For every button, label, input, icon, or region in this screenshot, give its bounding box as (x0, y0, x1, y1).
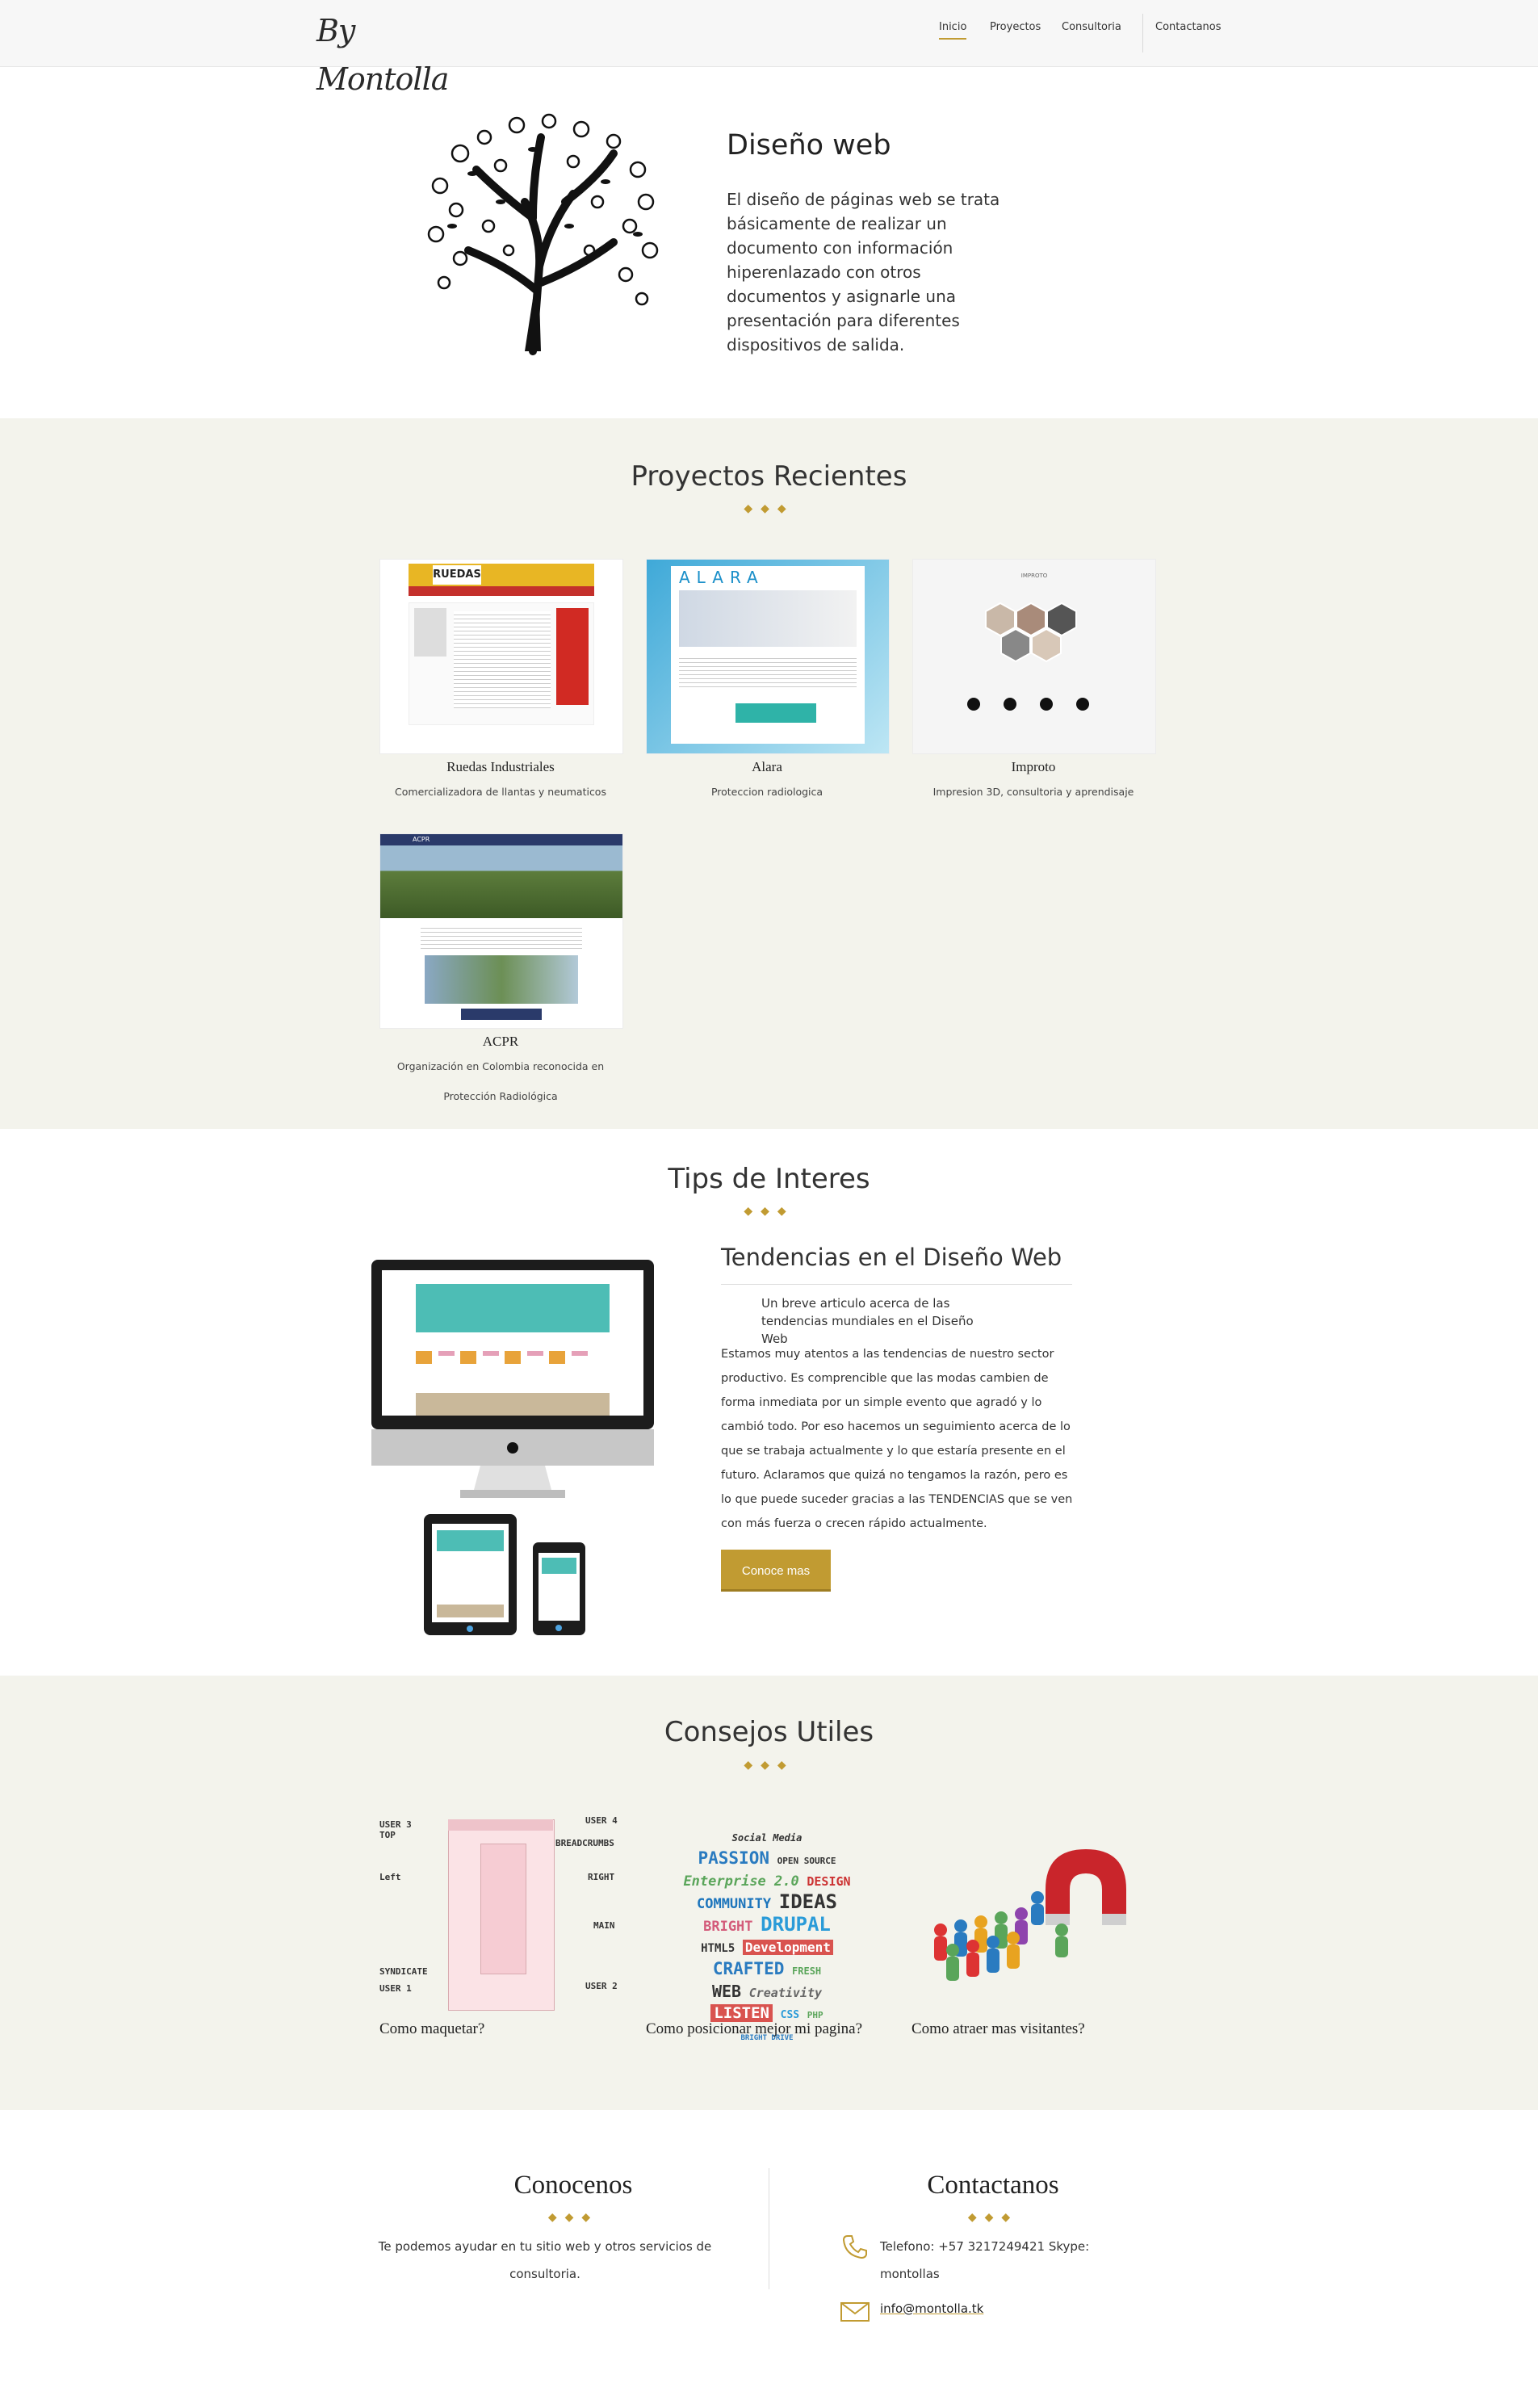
cloud-word: PHP (807, 2010, 823, 2020)
cloud-word: OPEN SOURCE (777, 1856, 836, 1866)
divider-dots: ◆◆◆ (967, 2211, 1019, 2224)
magnet-people-image[interactable] (916, 1833, 1159, 1995)
consejo-caption[interactable]: Como maquetar? (379, 2020, 484, 2038)
layout-label: Left (379, 1872, 401, 1882)
cloud-word: HTML5 (701, 1942, 735, 1955)
cloud-word: Enterprise 2.0 (683, 1873, 799, 1890)
consejo-caption[interactable]: Como atraer mas visitantes? (911, 2020, 1085, 2038)
cloud-word: Creativity (748, 1986, 823, 2000)
hexagon-grid (967, 602, 1089, 711)
layout-diagram-image[interactable]: USER 3 TOP Left SYNDICATE USER 1 USER 4 … (379, 1815, 622, 2013)
cloud-word: BRIGHT (703, 1919, 753, 1935)
project-desc: Impresion 3D, consultoria y aprendisaje (932, 786, 1134, 798)
cloud-word: WEB (711, 1982, 742, 2001)
project-title[interactable]: Alara (646, 759, 888, 775)
article-divider (721, 1284, 1072, 1285)
site-logo[interactable]: By Montolla (316, 6, 454, 97)
nav-divider (1142, 14, 1143, 52)
cloud-word: DRUPAL (761, 1913, 831, 1936)
cloud-word: IDEAS (778, 1890, 837, 1913)
contact-phone: Telefono: +57 3217249421 Skype: montolla… (880, 2239, 1090, 2281)
project-desc: Comercializadora de llantas y neumaticos (395, 786, 606, 798)
divider-dots: ◆◆◆ (744, 1759, 794, 1772)
layout-label: MAIN (593, 1920, 615, 1931)
nav-consultoria[interactable]: Consultoria (1062, 21, 1121, 33)
article-body: Estamos muy atentos a las tendencias de … (721, 1348, 1073, 1530)
layout-label: USER 4 (585, 1815, 618, 1826)
conoce-mas-button[interactable]: Conoce mas (721, 1550, 831, 1592)
hero-text: El diseño de páginas web se trata básica… (727, 190, 1000, 354)
article-title[interactable]: Tendencias en el Diseño Web (721, 1244, 1062, 1271)
layout-label: RIGHT (588, 1872, 615, 1882)
project-thumb-ruedas[interactable]: RUEDAS (379, 559, 623, 754)
project-title[interactable]: Ruedas Industriales (379, 759, 622, 775)
divider-dots: ◆◆◆ (744, 1205, 794, 1218)
nav-contactanos[interactable]: Contactanos (1155, 21, 1222, 33)
cloud-word: Social Media (731, 1832, 803, 1844)
site-header (0, 0, 1538, 67)
project-thumb-acpr[interactable]: ACPR (379, 833, 623, 1029)
thumb-label: ACPR (380, 834, 622, 845)
project-thumb-alara[interactable]: ALARA (646, 559, 890, 754)
word-cloud-image[interactable]: Social Media PASSION OPEN SOURCE Enterpr… (678, 1827, 856, 2042)
thumb-label: IMPROTO (1020, 573, 1048, 579)
cloud-word: FRESH (792, 1965, 822, 1977)
thumb-label: ALARA (679, 568, 765, 587)
cloud-word: PASSION (698, 1848, 769, 1868)
project-title[interactable]: Improto (912, 759, 1155, 775)
layout-label: USER 1 (379, 1983, 412, 1994)
cloud-word: Development (742, 1940, 833, 1955)
consejo-caption[interactable]: Como posicionar mejor mi pagina? (646, 2020, 862, 2038)
contactanos-title: Contactanos (927, 2171, 1059, 2200)
proyectos-title: Proyectos Recientes (631, 460, 907, 493)
cloud-word: DESIGN (807, 1874, 851, 1889)
divider-dots: ◆◆◆ (547, 2211, 599, 2224)
layout-label: USER 3 (379, 1819, 412, 1830)
phone-icon (842, 2235, 867, 2259)
thumb-label: RUEDAS (433, 565, 481, 585)
tips-title: Tips de Interes (668, 1163, 870, 1195)
consejos-title: Consejos Utiles (664, 1716, 874, 1748)
cloud-word: CRAFTED (712, 1959, 785, 1978)
layout-label: BREADCRUMBS (555, 1838, 614, 1848)
project-desc: Proteccion radiologica (710, 786, 823, 798)
layout-label: SYNDICATE (379, 1966, 428, 1977)
cloud-word: COMMUNITY (696, 1896, 772, 1912)
nav-proyectos[interactable]: Proyectos (990, 21, 1041, 33)
nav-inicio[interactable]: Inicio (939, 21, 967, 40)
article-lead: Un breve articulo acerca de las tendenci… (761, 1296, 974, 1346)
project-desc: Organización en Colombia reconocida en P… (396, 1060, 605, 1102)
project-title[interactable]: ACPR (379, 1034, 622, 1050)
layout-label: TOP (379, 1830, 396, 1840)
project-thumb-improto[interactable]: IMPROTO (912, 559, 1156, 754)
devices-illustration (371, 1260, 654, 1635)
contact-email-link[interactable]: info@montolla.tk (880, 2295, 983, 2322)
cloud-word: LISTEN (710, 2004, 773, 2022)
conocenos-text: Te podemos ayudar en tu sitio web y otro… (378, 2239, 712, 2281)
hero-title: Diseño web (727, 129, 891, 162)
conocenos-title: Conocenos (513, 2171, 633, 2200)
envelope-icon (840, 2302, 870, 2322)
cloud-word: CSS (780, 2009, 800, 2021)
divider-dots: ◆◆◆ (744, 502, 794, 515)
tree-illustration (427, 113, 659, 355)
layout-label: USER 2 (585, 1981, 618, 1991)
